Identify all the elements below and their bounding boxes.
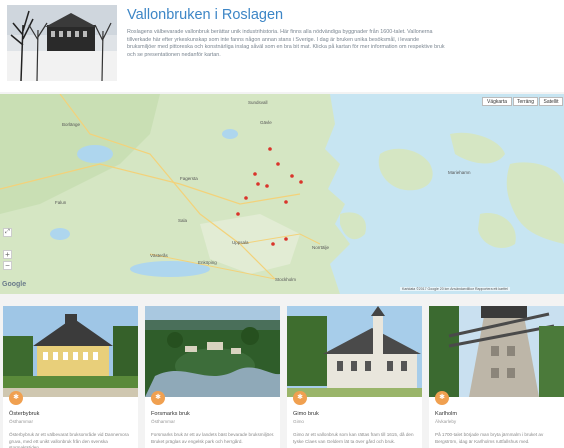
zoom-in-button[interactable]: +	[3, 250, 12, 259]
card-karlholm[interactable]: ✱ Karlholm Älvkarleby På 1700-talet börj…	[429, 306, 564, 448]
map-type-terrain-button[interactable]: Terräng	[513, 97, 538, 106]
map-place-label: Enköping	[198, 260, 217, 265]
osterbybruk-image	[3, 306, 138, 397]
map-pin-marker[interactable]	[290, 174, 294, 178]
bruk-badge-icon: ✱	[151, 391, 165, 405]
map-place-label: Västerås	[150, 252, 169, 258]
card-municipality: Älvkarleby	[435, 419, 457, 424]
map-place-label: Stockholm	[275, 277, 296, 282]
map-place-label: Gävle	[260, 120, 272, 125]
map-place-label: Borlänge	[62, 122, 81, 127]
bruk-badge-icon: ✱	[9, 391, 23, 405]
map-pin-marker[interactable]	[268, 147, 272, 151]
card-name[interactable]: Österbybruk	[9, 411, 39, 417]
intro-text: Roslagens välbevarade vallonbruk berätta…	[127, 29, 445, 58]
bruk-badge-icon: ✱	[435, 391, 449, 405]
map-place-label: Sala	[178, 218, 188, 223]
map-canvas[interactable]: Borlänge Fagersta Sala Västerås Uppsala Norrt…	[0, 94, 564, 294]
map-type-satellite-button[interactable]: Satellit	[539, 97, 563, 106]
map-pin-marker[interactable]	[284, 237, 288, 241]
map-pin-marker[interactable]	[265, 184, 269, 188]
bruk-cards: ✱ Österbybruk Östhammar Österbybruk är e…	[0, 300, 564, 448]
card-name[interactable]: Gimo bruk	[293, 411, 319, 417]
zoom-out-button[interactable]: −	[3, 261, 12, 270]
map-place-label: Uppsala	[232, 240, 249, 245]
karlholm-image	[429, 306, 564, 397]
card-osterbybruk[interactable]: ✱ Österbybruk Östhammar Österbybruk är e…	[3, 306, 138, 448]
map-type-roadmap-button[interactable]: Vägkarta	[482, 97, 512, 106]
map-view[interactable]: Borlänge Fagersta Sala Västerås Uppsala Norrt…	[0, 94, 564, 294]
map-place-label: Norrtälje	[312, 245, 330, 250]
map-pin-marker[interactable]	[299, 180, 303, 184]
card-municipality: Östhammar	[151, 419, 175, 424]
page-title: Vallonbruken i Roslagen	[127, 7, 284, 23]
map-pin-marker[interactable]	[271, 242, 275, 246]
fullscreen-icon[interactable]: ⤢	[3, 228, 12, 237]
card-description: Gimo är ett vallonbruk som kan rättas fr…	[293, 432, 414, 444]
bruk-badge-icon: ✱	[293, 391, 307, 405]
card-name[interactable]: Karlholm	[435, 411, 457, 417]
forsmarks-bruk-image	[145, 306, 280, 397]
map-pin-marker[interactable]	[284, 200, 288, 204]
map-attribution[interactable]: Kartdata ©2017 Google 20 km Användarvill…	[400, 287, 510, 291]
map-place-label: Sundsvall	[248, 100, 268, 105]
card-description: Österbybruk är ett välbevarat bruksområd…	[9, 432, 129, 448]
card-municipality: Gimo	[293, 419, 304, 424]
map-pin-marker[interactable]	[276, 162, 280, 166]
card-description: På 1700-talet började man bryta järnmalm…	[435, 432, 544, 444]
card-municipality: Östhammar	[9, 419, 33, 424]
map-pin-marker[interactable]	[256, 182, 260, 186]
hero-image	[7, 5, 117, 81]
map-pin-marker[interactable]	[236, 212, 240, 216]
card-gimo-bruk[interactable]: ✱ Gimo bruk Gimo Gimo är ett vallonbruk …	[287, 306, 422, 448]
map-place-label: Fagersta	[180, 176, 198, 181]
google-logo: Google	[2, 281, 27, 288]
page-header: Vallonbruken i Roslagen Roslagens välbev…	[0, 0, 564, 92]
map-pin-marker[interactable]	[244, 196, 248, 200]
card-name[interactable]: Forsmarks bruk	[151, 411, 190, 417]
gimo-bruk-image	[287, 306, 422, 397]
card-description: Forsmarks bruk är ett av landets bäst be…	[151, 432, 275, 444]
map-place-label: Mariehamn	[448, 170, 471, 175]
map-pin-marker[interactable]	[253, 172, 257, 176]
card-forsmarks-bruk[interactable]: ✱ Forsmarks bruk Östhammar Forsmarks bru…	[145, 306, 280, 448]
map-place-label: Falun	[55, 200, 67, 205]
